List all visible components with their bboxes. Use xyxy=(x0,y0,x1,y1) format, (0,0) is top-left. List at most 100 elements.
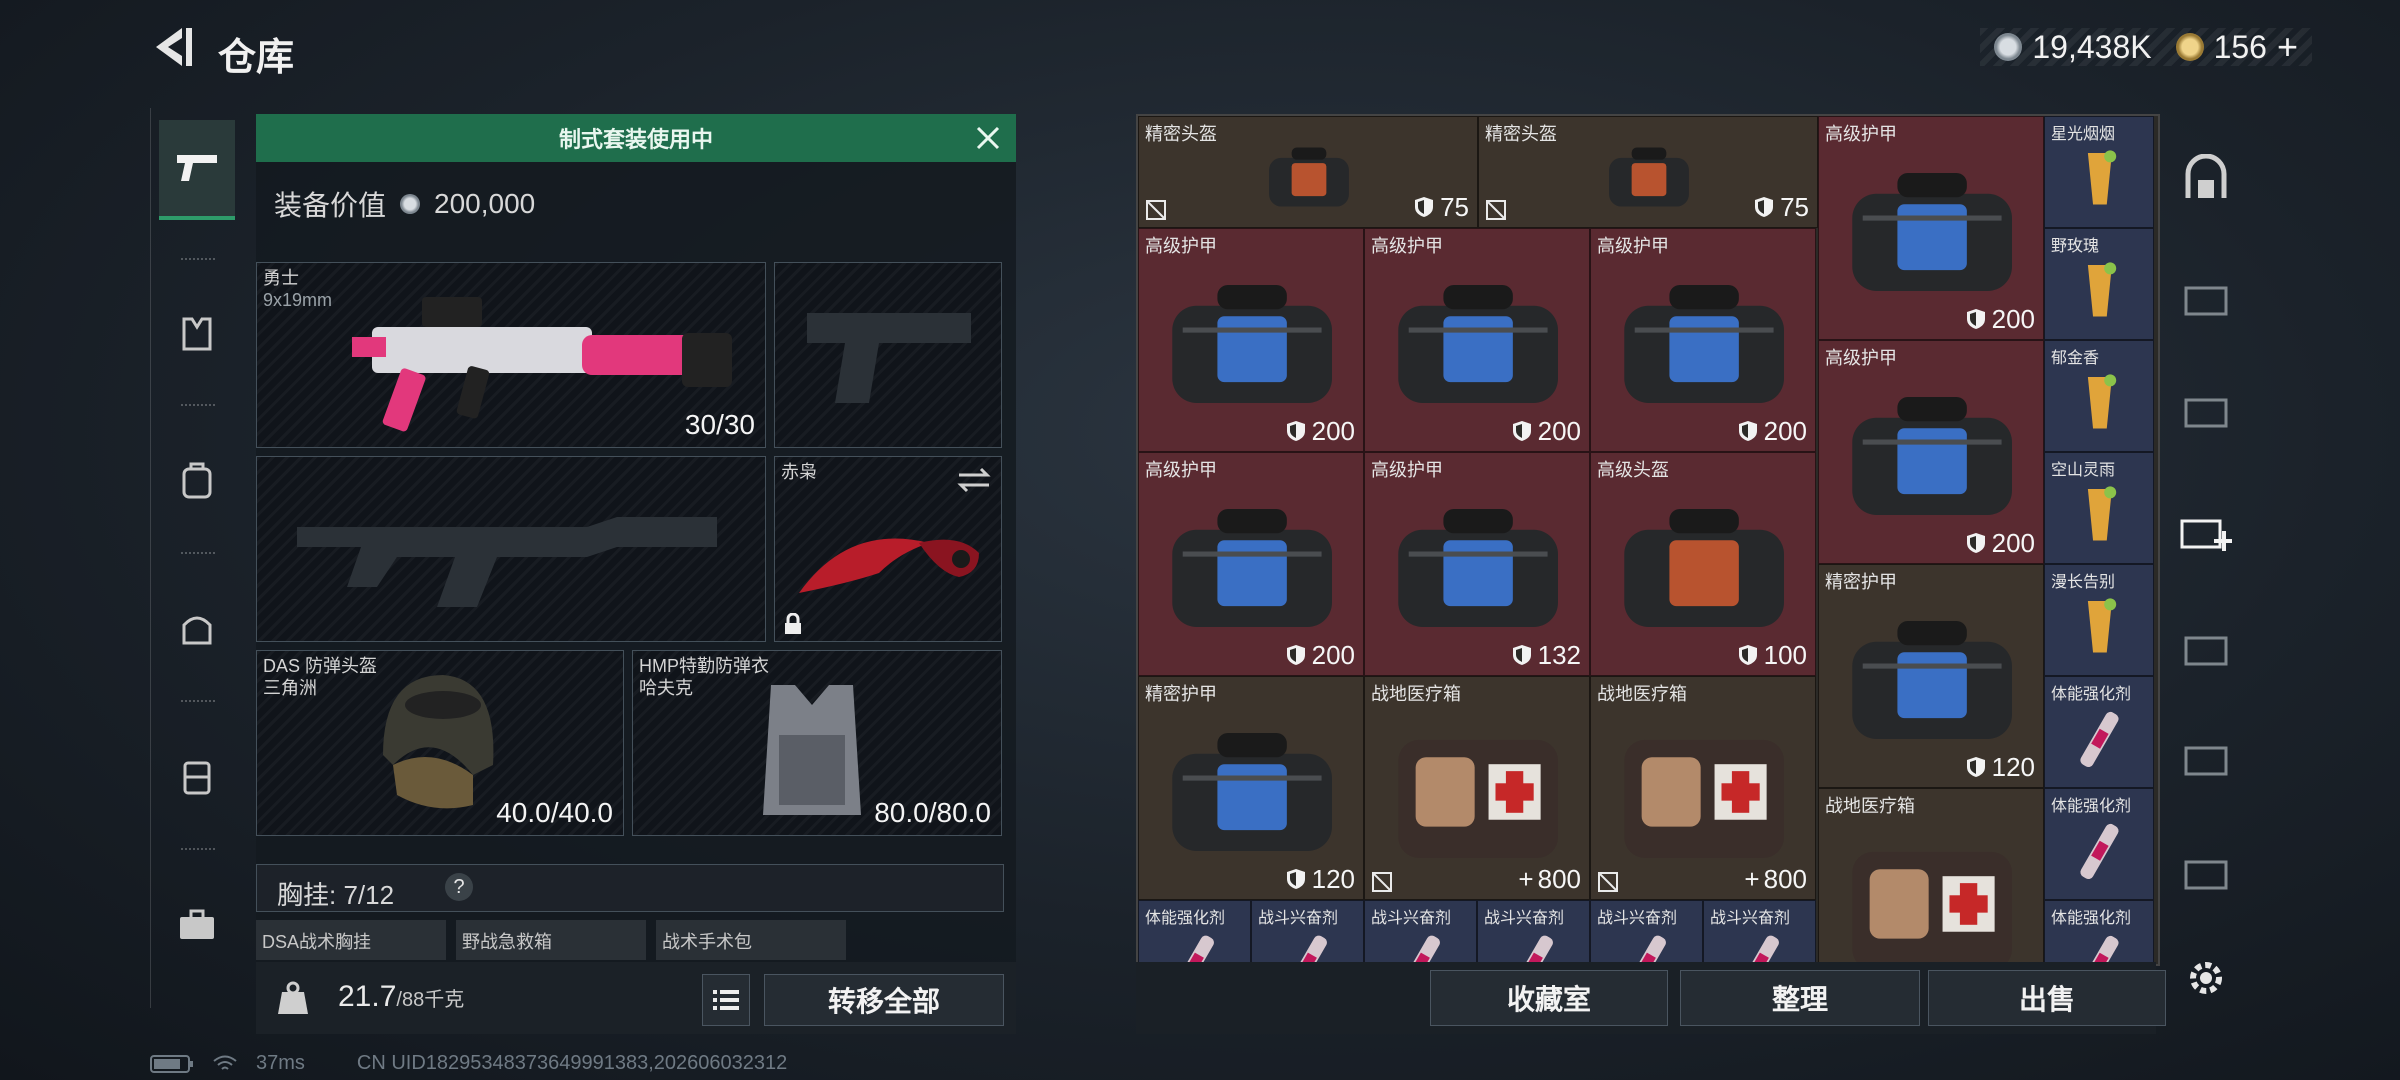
chest-item[interactable]: DSA战术胸挂 xyxy=(256,920,446,960)
transfer-all-button[interactable]: 转移全部 xyxy=(764,974,1004,1026)
vault-button[interactable]: 收藏室 xyxy=(1430,970,1668,1026)
stash-grid: 精密头盔 75 精密头盔 75 高级护甲 200 星光烟烟 高级护甲 200 高级护甲 200 高级护… xyxy=(1136,114,2160,966)
item-name: 体能强化剂 xyxy=(2051,910,2132,927)
loadout-panel: 制式套装使用中 装备价值 200,000 勇士9x19mm 30/30 赤枭 xyxy=(256,114,1016,1034)
stash-item[interactable]: 高级护甲 200 xyxy=(1138,452,1364,676)
ammo-count: 30/30 xyxy=(684,409,755,440)
cocktail-icon xyxy=(2087,598,2117,653)
stash-item[interactable]: 星光烟烟 xyxy=(2044,116,2154,228)
close-icon[interactable] xyxy=(972,122,1004,154)
category-backpack[interactable] xyxy=(159,432,235,528)
item-name: 战地医疗箱 xyxy=(1825,796,1915,816)
stash-item[interactable]: 战斗兴奋剂 xyxy=(1364,900,1477,964)
stash-item[interactable]: 战斗兴奋剂 xyxy=(1477,900,1590,964)
token-icon xyxy=(2175,33,2204,61)
item-value: +800 xyxy=(1744,864,1807,894)
armor-bag-icon xyxy=(1852,396,2012,515)
back-arrow-icon xyxy=(156,28,192,66)
stash-item[interactable]: 精密护甲 120 xyxy=(1818,564,2044,788)
chest-item[interactable]: 战术手术包 xyxy=(656,920,846,960)
stash-item[interactable]: 野玫瑰 xyxy=(2044,228,2154,340)
stash-item[interactable]: 战地医疗箱 xyxy=(1818,788,2044,964)
cocktail-icon xyxy=(2087,150,2117,205)
stash-item[interactable]: 高级护甲 200 xyxy=(1138,228,1364,452)
item-value: 120 xyxy=(1286,864,1355,895)
item-name: 空山灵雨 xyxy=(2051,462,2116,479)
stash-item[interactable]: 战地医疗箱 +800 xyxy=(1364,676,1590,900)
stash-item[interactable]: 高级护甲 200 xyxy=(1590,228,1816,452)
tab-container-7[interactable] xyxy=(2176,842,2236,902)
container-icon xyxy=(2184,286,2228,316)
page-title: 仓库 xyxy=(218,37,295,79)
stash-item[interactable]: 战地医疗箱 +800 xyxy=(1590,676,1816,900)
battery-icon xyxy=(150,1054,193,1073)
settings-button[interactable] xyxy=(2176,948,2236,1008)
pistol-icon xyxy=(177,155,217,181)
stash-item[interactable]: 空山灵雨 xyxy=(2044,452,2154,564)
chest-rig-row[interactable]: 胸挂: 7/12 ? xyxy=(256,864,1004,912)
stash-item[interactable]: 精密头盔 75 xyxy=(1138,116,1478,228)
tab-container-6[interactable] xyxy=(2176,728,2236,788)
container-icon xyxy=(2184,636,2228,666)
loadout-bottom-bar: 21.7/88千克 转移全部 xyxy=(256,962,1016,1034)
helmet-slot[interactable]: DAS 防弹头盔 三角洲 40.0/40.0 xyxy=(256,650,624,836)
tab-container-5[interactable] xyxy=(2176,618,2236,678)
item-name: 高级护甲 xyxy=(1825,348,1897,368)
chest-item[interactable]: 野战急救箱 xyxy=(456,920,646,960)
stash-item[interactable]: 高级护甲 200 xyxy=(1364,228,1590,452)
secondary-weapon-slot[interactable] xyxy=(774,262,1002,448)
item-name: 高级护甲 xyxy=(1145,236,1217,256)
stash-item[interactable]: 体能强化剂 xyxy=(2044,788,2154,900)
armor-bag-icon xyxy=(1624,284,1784,403)
stash-item[interactable]: 战斗兴奋剂 xyxy=(1251,900,1364,964)
help-icon[interactable]: ? xyxy=(445,873,473,901)
stash-item[interactable]: 战斗兴奋剂 xyxy=(1703,900,1816,964)
category-armor[interactable] xyxy=(159,286,235,382)
tab-container-4[interactable] xyxy=(2176,268,2236,328)
add-token-button[interactable]: + xyxy=(2277,26,2298,68)
tab-vault[interactable] xyxy=(2176,148,2236,208)
shield-icon xyxy=(1512,421,1531,441)
category-weapons[interactable] xyxy=(159,120,235,220)
stash-item[interactable]: 郁金香 xyxy=(2044,340,2154,452)
sort-button[interactable]: 整理 xyxy=(1680,970,1920,1026)
tab-container-gt[interactable] xyxy=(2176,380,2236,440)
swap-icon[interactable] xyxy=(957,467,991,493)
item-name: 郁金香 xyxy=(2051,350,2100,367)
stash-item[interactable]: 战斗兴奋剂 xyxy=(1590,900,1703,964)
category-toolbox[interactable] xyxy=(159,876,235,972)
list-view-button[interactable] xyxy=(702,974,750,1026)
stash-item[interactable]: 高级护甲 200 xyxy=(1818,116,2044,340)
helmet-bag-icon xyxy=(1609,147,1689,207)
stash-item[interactable]: 高级护甲 132 xyxy=(1364,452,1590,676)
shield-icon xyxy=(1738,421,1757,441)
stash-item[interactable]: 体能强化剂 xyxy=(2044,900,2154,964)
medkit-icon xyxy=(1398,739,1558,858)
stash-item[interactable]: 精密护甲 120 xyxy=(1138,676,1364,900)
stash-item[interactable]: 精密头盔 75 xyxy=(1478,116,1818,228)
no-trade-icon xyxy=(1146,200,1166,220)
stash-item[interactable]: 高级护甲 200 xyxy=(1818,340,2044,564)
coin-icon xyxy=(400,194,421,214)
melee-slot[interactable]: 赤枭 xyxy=(774,456,1002,642)
secondary-rifle-slot[interactable] xyxy=(256,456,766,642)
tab-container-add[interactable] xyxy=(2176,502,2236,562)
stash-item[interactable]: 高级头盔 100 xyxy=(1590,452,1816,676)
stash-item[interactable]: 体能强化剂 xyxy=(2044,676,2154,788)
category-rail xyxy=(150,108,243,1008)
back-button[interactable] xyxy=(148,22,194,72)
category-case[interactable] xyxy=(159,728,235,824)
stash-item[interactable]: 体能强化剂 xyxy=(1138,900,1251,964)
item-name: 星光烟烟 xyxy=(2051,126,2116,143)
item-name: 战地医疗箱 xyxy=(1597,684,1687,704)
armor-bag-icon xyxy=(1172,284,1332,403)
primary-weapon-slot[interactable]: 勇士 9x19mm 30/30 xyxy=(256,262,766,448)
item-value: 100 xyxy=(1738,640,1807,671)
item-name: 高级护甲 xyxy=(1371,460,1443,480)
category-bag[interactable] xyxy=(159,580,235,676)
sell-button[interactable]: 出售 xyxy=(1928,970,2166,1026)
lock-icon xyxy=(785,613,801,634)
banner-text: 制式套装使用中 xyxy=(558,127,713,152)
armor-slot[interactable]: HMP特勤防弹衣 哈夫克 80.0/80.0 xyxy=(632,650,1002,836)
stash-item[interactable]: 漫长告别 xyxy=(2044,564,2154,676)
